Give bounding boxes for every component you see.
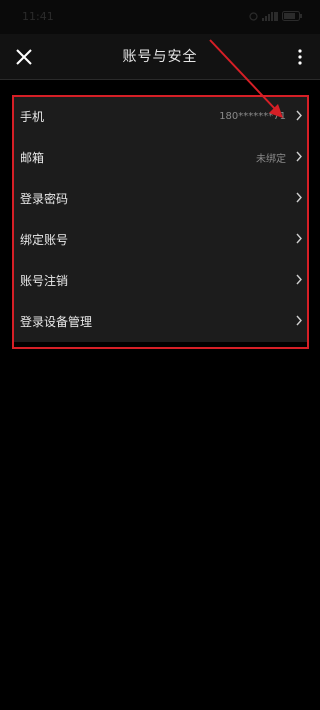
settings-item-login-password[interactable]: 登录密码 — [14, 178, 308, 219]
settings-item-email[interactable]: 邮箱 未绑定 — [14, 137, 308, 178]
settings-item-label: 手机 — [20, 110, 45, 124]
settings-item-phone[interactable]: 手机 180*******71 — [14, 96, 308, 137]
signal-icon — [262, 11, 278, 21]
settings-item-label: 邮箱 — [20, 151, 45, 165]
header-bar: 账号与安全 — [0, 34, 320, 80]
chevron-right-icon — [296, 192, 302, 203]
status-icons — [249, 11, 302, 21]
email-status-value: 未绑定 — [256, 154, 286, 165]
settings-item-label: 登录设备管理 — [20, 315, 93, 329]
settings-item-linked-accounts[interactable]: 绑定账号 — [14, 219, 308, 260]
settings-item-device-management[interactable]: 登录设备管理 — [14, 301, 308, 342]
settings-item-label: 登录密码 — [20, 192, 69, 206]
account-security-screen: 11:41 账号与安全 手机 180*******71 邮箱 未绑定 登录密码 … — [0, 0, 320, 710]
chevron-right-icon — [296, 274, 302, 285]
status-time: 11:41 — [22, 10, 54, 23]
battery-icon — [282, 11, 302, 21]
chevron-right-icon — [296, 233, 302, 244]
chevron-right-icon — [296, 151, 302, 162]
settings-list: 手机 180*******71 邮箱 未绑定 登录密码 绑定账号 账号注销 登录… — [14, 96, 308, 342]
settings-item-label: 绑定账号 — [20, 233, 69, 247]
status-bar: 11:41 — [0, 0, 320, 34]
more-button[interactable] — [288, 43, 312, 71]
chevron-right-icon — [296, 110, 302, 121]
alarm-icon — [249, 11, 258, 21]
phone-number-value: 180*******71 — [219, 111, 286, 122]
more-vertical-icon — [298, 49, 302, 65]
chevron-right-icon — [296, 315, 302, 326]
settings-item-delete-account[interactable]: 账号注销 — [14, 260, 308, 301]
settings-item-label: 账号注销 — [20, 274, 69, 288]
page-title: 账号与安全 — [122, 49, 198, 65]
